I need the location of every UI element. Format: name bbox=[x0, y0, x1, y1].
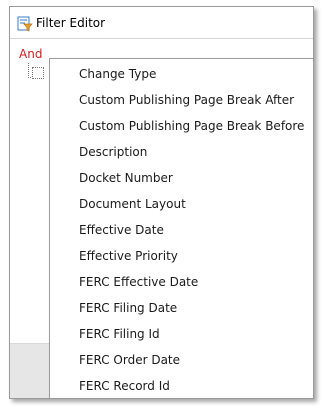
field-dropdown-list[interactable]: Change Type Custom Publishing Page Break … bbox=[49, 58, 313, 398]
window-title: Filter Editor bbox=[36, 16, 106, 30]
group-operator[interactable]: And bbox=[19, 47, 42, 61]
dropdown-item[interactable]: Effective Date bbox=[50, 217, 313, 243]
dropdown-item[interactable]: FERC Effective Date bbox=[50, 269, 313, 295]
dropdown-item[interactable]: Change Type bbox=[50, 61, 313, 87]
dropdown-item[interactable]: FERC Filing Date bbox=[50, 295, 313, 321]
dropdown-item[interactable]: FERC Order Date bbox=[50, 347, 313, 373]
dropdown-item[interactable]: Docket Number bbox=[50, 165, 313, 191]
filter-editor-icon bbox=[17, 16, 33, 32]
dropdown-item[interactable]: Document Layout bbox=[50, 191, 313, 217]
dropdown-item[interactable]: FERC Filing Id bbox=[50, 321, 313, 347]
filter-editor-window: Filter Editor And Change Type Custom Publ… bbox=[9, 6, 314, 399]
dropdown-item[interactable]: Custom Publishing Page Break After bbox=[50, 87, 313, 113]
dropdown-item[interactable]: Effective Priority bbox=[50, 243, 313, 269]
dropdown-item[interactable]: Custom Publishing Page Break Before bbox=[50, 113, 313, 139]
title-bar: Filter Editor bbox=[10, 7, 313, 39]
dropdown-item[interactable]: FERC Record Id bbox=[50, 373, 313, 398]
dropdown-item[interactable]: Description bbox=[50, 139, 313, 165]
tree-node-box bbox=[32, 67, 44, 79]
